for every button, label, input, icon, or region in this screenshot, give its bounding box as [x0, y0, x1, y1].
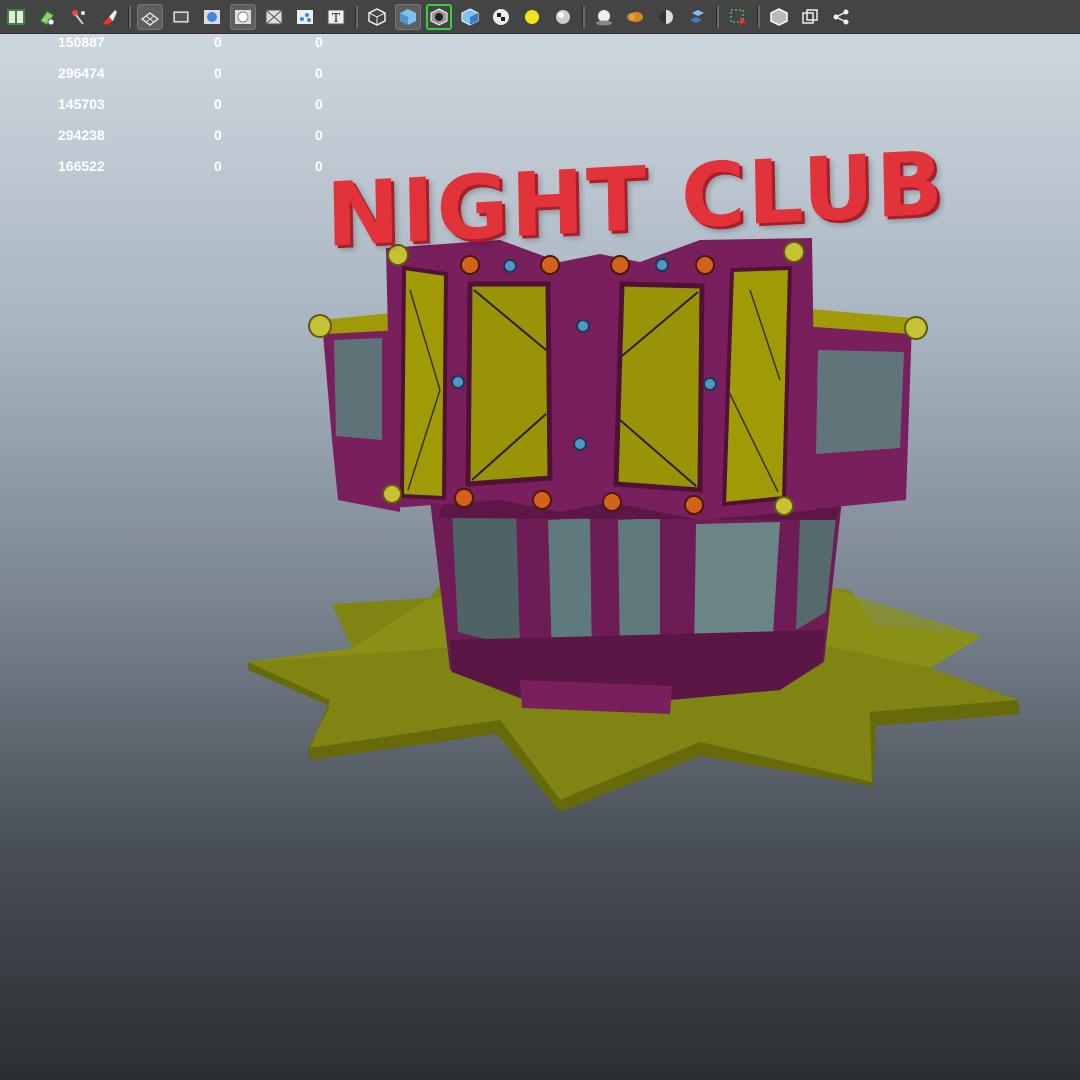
svg-text:T: T [332, 11, 340, 25]
ambient-occlusion-icon [594, 7, 614, 27]
hud-row: 145703 0 0 [0, 96, 360, 127]
lower-drum [430, 500, 842, 714]
hud-row: 294238 0 0 [0, 127, 360, 158]
hud-value: 294238 [58, 127, 105, 143]
hud-value: 166522 [58, 158, 105, 174]
anti-alias-button[interactable] [653, 4, 679, 30]
xray-joints-icon [800, 7, 820, 27]
grid-button[interactable] [137, 3, 163, 30]
hud-value: 0 [315, 34, 323, 50]
light-icon [522, 7, 542, 27]
hud-value: 0 [315, 96, 323, 112]
toolbar-separator [757, 5, 760, 28]
toolbar-separator [582, 5, 585, 28]
safe-area-icon [264, 7, 284, 27]
wireframe-cube-icon [367, 7, 387, 27]
text-button[interactable]: T [323, 4, 349, 30]
bookmark-icon [68, 7, 88, 27]
wireframe-on-shaded-icon [429, 7, 449, 27]
camera-attributes-button[interactable] [34, 4, 60, 30]
grid-icon [140, 7, 160, 27]
motion-blur-button[interactable] [622, 4, 648, 30]
xray-icon [769, 7, 789, 27]
book-icon [6, 7, 26, 27]
wireframe-on-shaded-button[interactable] [426, 3, 452, 30]
isolate-select-icon [728, 7, 748, 27]
hud-value: 145703 [58, 96, 105, 112]
hud-row: 296474 0 0 [0, 65, 360, 96]
resolution-gate-icon [233, 7, 253, 27]
anti-alias-icon [656, 7, 676, 27]
sphere-shaded-icon [202, 7, 222, 27]
shadow-sphere-icon [553, 7, 573, 27]
film-gate-button[interactable] [168, 4, 194, 30]
sphere-shaded-button[interactable] [199, 4, 225, 30]
hud-value: 0 [214, 127, 222, 143]
depth-of-field-button[interactable] [684, 4, 710, 30]
camera-attributes-icon [37, 7, 57, 27]
marquee-frame [386, 238, 816, 520]
isolate-select-button[interactable] [725, 4, 751, 30]
hud-value: 296474 [58, 65, 105, 81]
hud-value: 0 [214, 65, 222, 81]
textured-cube-icon [460, 7, 480, 27]
depth-of-field-icon [687, 7, 707, 27]
brush-icon [99, 7, 119, 27]
bookmark-button[interactable] [65, 4, 91, 30]
resolution-gate-button[interactable] [230, 3, 256, 30]
safe-area-button[interactable] [261, 4, 287, 30]
motion-blur-icon [625, 7, 645, 27]
toolbar-separator [128, 5, 131, 28]
hud-value: 0 [214, 158, 222, 174]
hud-value: 150887 [58, 34, 105, 50]
heads-up-display: 150887 0 0 296474 0 0 145703 0 0 294238 0 0 166522 0 0 [0, 34, 360, 189]
hud-row: 166522 0 0 [0, 158, 360, 189]
share-button[interactable] [828, 4, 854, 30]
shadow-sphere-button[interactable] [550, 4, 576, 30]
toolbar-separator [716, 5, 719, 28]
brush-button[interactable] [96, 4, 122, 30]
film-gate-icon [171, 7, 191, 27]
toolbar-separator [355, 5, 358, 28]
xray-button[interactable] [766, 4, 792, 30]
text-icon: T [326, 7, 346, 27]
hud-value: 0 [315, 158, 323, 174]
smooth-shade-cube-icon [398, 7, 418, 27]
checker-button[interactable] [488, 4, 514, 30]
hud-value: 0 [214, 34, 222, 50]
ambient-occlusion-button[interactable] [591, 4, 617, 30]
checker-icon [491, 7, 511, 27]
book-button[interactable] [3, 4, 29, 30]
field-chart-button[interactable] [292, 4, 318, 30]
hud-value: 0 [315, 127, 323, 143]
hud-value: 0 [315, 65, 323, 81]
share-icon [831, 7, 851, 27]
smooth-shade-cube-button[interactable] [395, 3, 421, 30]
viewport-toolbar: T [0, 0, 1080, 34]
hud-value: 0 [214, 96, 222, 112]
wireframe-cube-button[interactable] [364, 4, 390, 30]
light-button[interactable] [519, 4, 545, 30]
xray-joints-button[interactable] [797, 4, 823, 30]
field-chart-icon [295, 7, 315, 27]
hud-row: 150887 0 0 [0, 34, 360, 65]
textured-cube-button[interactable] [457, 4, 483, 30]
